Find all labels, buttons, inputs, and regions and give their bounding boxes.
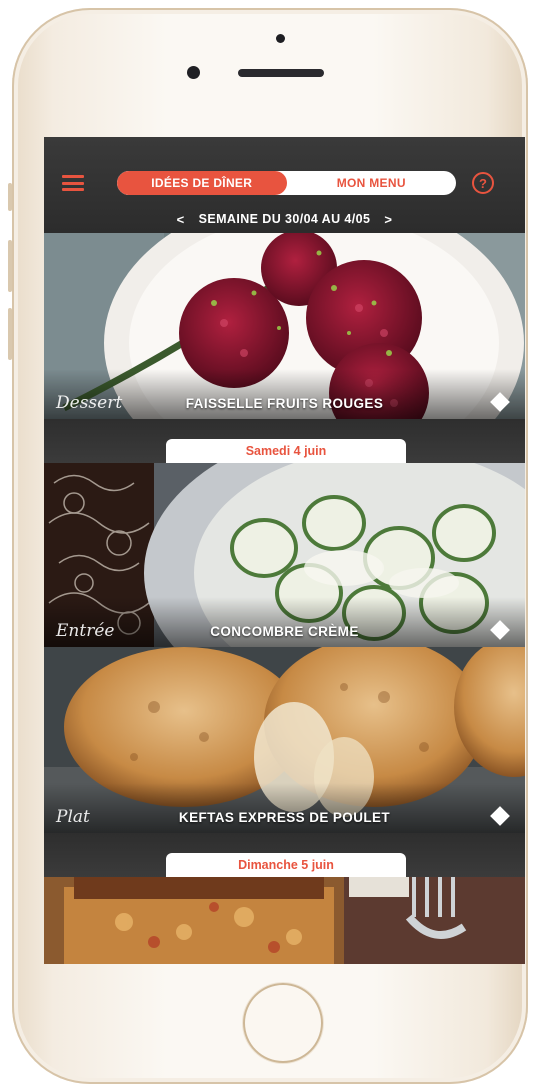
week-navigator: < SEMAINE DU 30/04 AU 4/05 >: [44, 209, 525, 229]
recipe-card-entree[interactable]: Entrée CONCOMBRE CRÈME: [44, 463, 525, 647]
dish-title: CONCOMBRE CRÈME: [210, 624, 359, 639]
view-toggle: IDÉES DE DÎNER MON MENU: [117, 171, 456, 195]
volume-up-button: [8, 240, 12, 292]
proximity-sensor: [276, 34, 285, 43]
front-camera: [187, 66, 200, 79]
recipe-card-next[interactable]: [44, 877, 525, 964]
card-shade: [44, 783, 525, 833]
dish-title: FAISSELLE FRUITS ROUGES: [185, 396, 384, 411]
recipe-card-plat[interactable]: Plat KEFTAS EXPRESS DE POULET: [44, 647, 525, 833]
day-header-samedi: Samedi 4 juin: [44, 419, 525, 463]
hamburger-icon[interactable]: [62, 175, 84, 191]
dish-title: KEFTAS EXPRESS DE POULET: [178, 810, 391, 825]
day-label: Samedi 4 juin: [166, 439, 406, 463]
app-header: IDÉES DE DÎNER MON MENU ? < SEMAINE DU 3…: [44, 137, 525, 233]
recipe-photo: [44, 877, 525, 964]
tab-mon-menu[interactable]: MON MENU: [287, 171, 457, 195]
chevron-left-icon[interactable]: <: [177, 212, 185, 227]
day-label: Dimanche 5 juin: [166, 853, 406, 877]
home-button[interactable]: [243, 983, 323, 1063]
day-header-dimanche: Dimanche 5 juin: [44, 833, 525, 877]
week-label: SEMAINE DU 30/04 AU 4/05: [198, 212, 371, 226]
card-shade: [44, 597, 525, 647]
question-circle-icon[interactable]: ?: [472, 172, 494, 194]
chevron-right-icon[interactable]: >: [384, 212, 392, 227]
app-screen: IDÉES DE DÎNER MON MENU ? < SEMAINE DU 3…: [44, 137, 525, 964]
earpiece-speaker: [238, 69, 324, 77]
volume-down-button: [8, 308, 12, 360]
mute-switch: [8, 183, 12, 211]
recipe-card-dessert[interactable]: Dessert FAISSELLE FRUITS ROUGES: [44, 233, 525, 419]
tab-idees-de-diner[interactable]: IDÉES DE DÎNER: [117, 171, 287, 195]
